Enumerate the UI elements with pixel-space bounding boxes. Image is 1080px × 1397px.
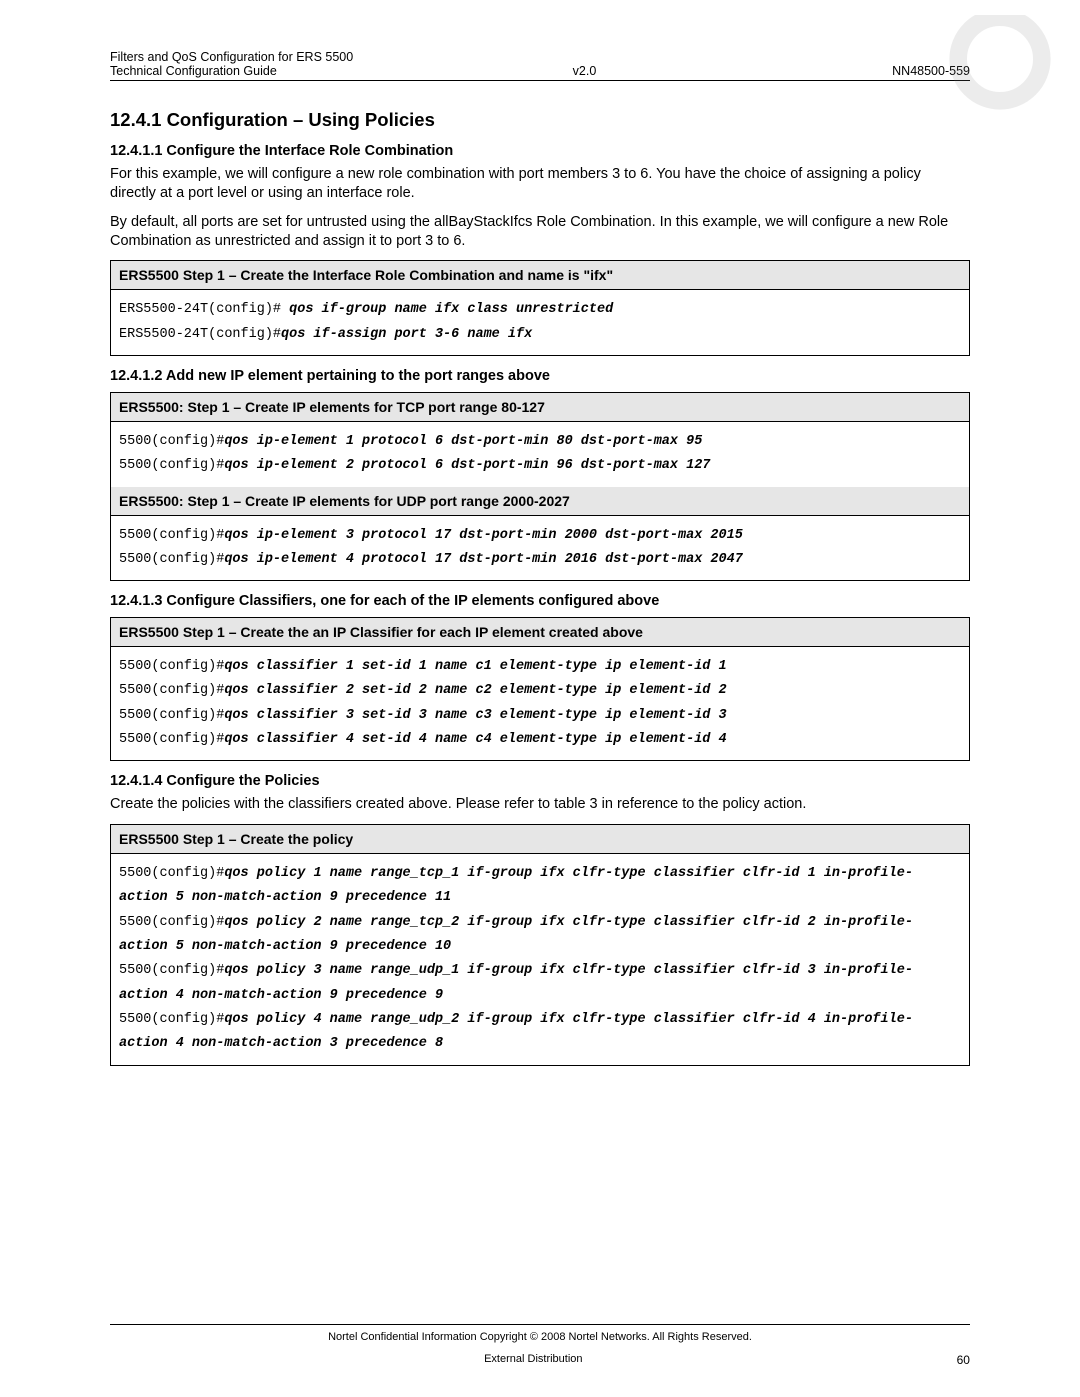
cli-line: 5500(config)#qos ip-element 2 protocol 6… (119, 454, 961, 478)
s1-para-1: For this example, we will configure a ne… (110, 165, 970, 203)
cli-line: ERS5500-24T(config)# qos if-group name i… (119, 298, 961, 322)
cli-line: 5500(config)#qos policy 4 name range_udp… (119, 1008, 961, 1057)
subsection-2-heading: 12.4.1.2 Add new IP element pertaining t… (110, 368, 970, 384)
s3-step-box: ERS5500 Step 1 – Create the an IP Classi… (110, 617, 970, 761)
cli-line: 5500(config)#qos policy 3 name range_udp… (119, 959, 961, 1008)
cli-line: ERS5500-24T(config)#qos if-assign port 3… (119, 323, 961, 347)
cli-line: 5500(config)#qos classifier 4 set-id 4 n… (119, 728, 961, 752)
s2-step1-title: ERS5500: Step 1 – Create IP elements for… (111, 393, 969, 422)
cli-line: 5500(config)#qos ip-element 4 protocol 1… (119, 548, 961, 572)
cli-line: 5500(config)#qos ip-element 1 protocol 6… (119, 430, 961, 454)
header-title-1: Filters and QoS Configuration for ERS 55… (110, 50, 353, 64)
s2-step2-title: ERS5500: Step 1 – Create IP elements for… (111, 487, 969, 516)
footer-distribution: External Distribution (484, 1353, 582, 1367)
s1-step-body: ERS5500-24T(config)# qos if-group name i… (111, 290, 969, 355)
page-number: 60 (957, 1353, 970, 1367)
footer-copyright: Nortel Confidential Information Copyrigh… (110, 1331, 970, 1343)
s3-step-title: ERS5500 Step 1 – Create the an IP Classi… (111, 618, 969, 647)
subsection-1-heading: 12.4.1.1 Configure the Interface Role Co… (110, 143, 970, 159)
subsection-3-heading: 12.4.1.3 Configure Classifiers, one for … (110, 593, 970, 609)
cli-line: 5500(config)#qos classifier 2 set-id 2 n… (119, 679, 961, 703)
cli-line: 5500(config)#qos policy 1 name range_tcp… (119, 862, 961, 911)
subsection-4-heading: 12.4.1.4 Configure the Policies (110, 773, 970, 789)
header-title-2: Technical Configuration Guide (110, 64, 277, 78)
page-footer: Nortel Confidential Information Copyrigh… (110, 1324, 970, 1367)
cli-line: 5500(config)#qos policy 2 name range_tcp… (119, 911, 961, 960)
s2-step1-body: 5500(config)#qos ip-element 1 protocol 6… (111, 422, 969, 487)
s2-step2-body: 5500(config)#qos ip-element 3 protocol 1… (111, 516, 969, 581)
s4-step-box: ERS5500 Step 1 – Create the policy 5500(… (110, 824, 970, 1065)
header-version: v2.0 (573, 64, 597, 78)
s1-step-box: ERS5500 Step 1 – Create the Interface Ro… (110, 260, 970, 356)
page-container: Filters and QoS Configuration for ERS 55… (0, 0, 1080, 1114)
nortel-logo-watermark (940, 15, 1060, 125)
page-header: Filters and QoS Configuration for ERS 55… (110, 50, 970, 81)
s1-step-title: ERS5500 Step 1 – Create the Interface Ro… (111, 261, 969, 290)
cli-line: 5500(config)#qos classifier 3 set-id 3 n… (119, 704, 961, 728)
cli-line: 5500(config)#qos classifier 1 set-id 1 n… (119, 655, 961, 679)
s3-step-body: 5500(config)#qos classifier 1 set-id 1 n… (111, 647, 969, 760)
s2-step1-box: ERS5500: Step 1 – Create IP elements for… (110, 392, 970, 581)
s1-para-2: By default, all ports are set for untrus… (110, 213, 970, 251)
cli-line: 5500(config)#qos ip-element 3 protocol 1… (119, 524, 961, 548)
s4-step-body: 5500(config)#qos policy 1 name range_tcp… (111, 854, 969, 1064)
s4-step-title: ERS5500 Step 1 – Create the policy (111, 825, 969, 854)
s4-para-1: Create the policies with the classifiers… (110, 795, 970, 814)
section-heading: 12.4.1 Configuration – Using Policies (110, 109, 970, 131)
